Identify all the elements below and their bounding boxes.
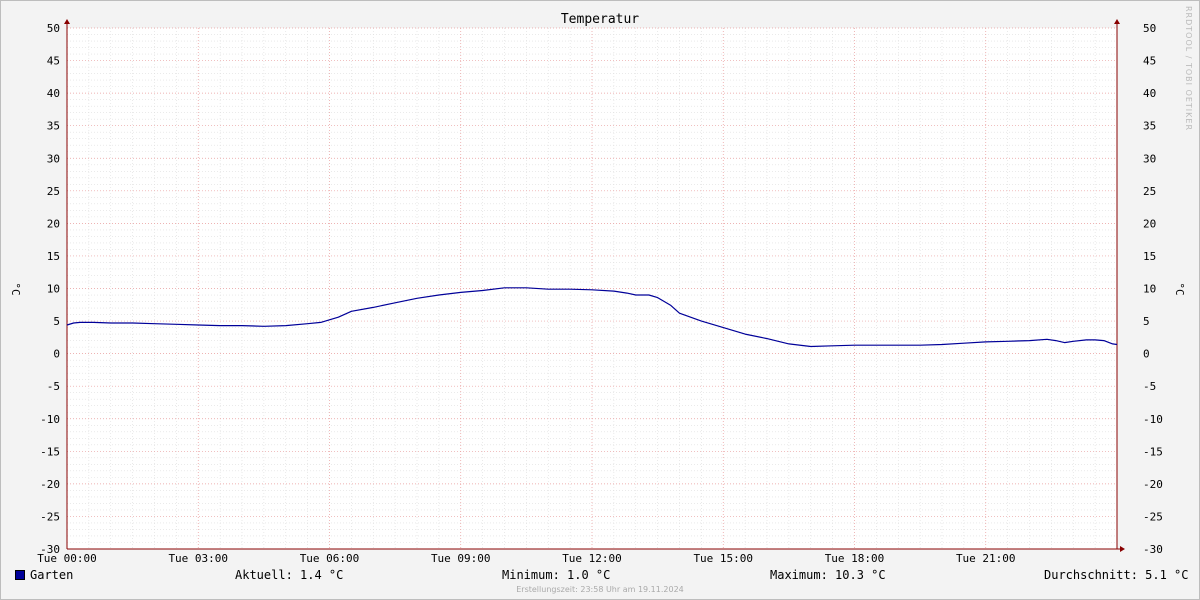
- x-tick-label: Tue 03:00: [168, 552, 228, 565]
- temperature-chart: -30 -30-25 -25-20 -20-15 -15-10 -10-5 -50 05 510…: [9, 12, 1186, 565]
- y-tick-label-right: 40: [1143, 87, 1156, 100]
- x-tick-label: Tue 21:00: [956, 552, 1016, 565]
- legend-average: Durchschnitt: 5.1 °C: [1044, 568, 1189, 582]
- x-axis-arrow: [1120, 546, 1125, 552]
- y-axis-right-arrow: [1114, 19, 1120, 24]
- y-tick-label-left: 10: [47, 283, 60, 296]
- y-axis-label-right: °C: [1173, 282, 1186, 295]
- y-tick-label-left: 0: [53, 348, 60, 361]
- y-tick-label-right: 30: [1143, 152, 1156, 165]
- y-tick-label-right: 50: [1143, 22, 1156, 35]
- x-tick-label: Tue 18:00: [825, 552, 885, 565]
- legend-swatch-garten: [15, 570, 25, 580]
- y-tick-label-left: 35: [47, 120, 60, 133]
- rrdtool-watermark: RRDTOOL / TOBI OETIKER: [1184, 6, 1193, 132]
- y-tick-label-left: 30: [47, 152, 60, 165]
- y-tick-label-left: -25: [40, 510, 60, 523]
- y-tick-label-left: 15: [47, 250, 60, 263]
- legend-current: Aktuell: 1.4 °C: [235, 568, 344, 582]
- y-tick-label-left: 5: [53, 315, 60, 328]
- x-tick-label: Tue 15:00: [693, 552, 753, 565]
- y-tick-label-right: 5: [1143, 315, 1150, 328]
- y-tick-label-left: 40: [47, 87, 60, 100]
- y-tick-label-left: -5: [47, 380, 60, 393]
- y-tick-label-right: 10: [1143, 283, 1156, 296]
- y-tick-label-right: 45: [1143, 55, 1156, 68]
- x-tick-label: Tue 09:00: [431, 552, 491, 565]
- chart-title: Temperatur: [561, 12, 639, 27]
- y-tick-label-right: 25: [1143, 185, 1156, 198]
- grid: [66, 27, 1118, 550]
- x-tick-label: Tue 00:00: [37, 552, 97, 565]
- legend-series-name: Garten: [30, 568, 74, 582]
- y-tick-label-left: 20: [47, 217, 60, 230]
- y-tick-label-right: -5: [1143, 380, 1156, 393]
- y-tick-label-right: 0: [1143, 348, 1150, 361]
- y-axis-label-left: °C: [9, 282, 22, 295]
- y-tick-label-right: -20: [1143, 478, 1163, 491]
- y-tick-label-right: 15: [1143, 250, 1156, 263]
- y-tick-label-right: 20: [1143, 217, 1156, 230]
- legend-minimum: Minimum: 1.0 °C: [502, 568, 611, 582]
- y-tick-label-right: -30: [1143, 543, 1163, 556]
- y-tick-label-left: -20: [40, 478, 60, 491]
- y-tick-label-left: -10: [40, 413, 60, 426]
- y-tick-label-right: -10: [1143, 413, 1163, 426]
- y-tick-label-right: 35: [1143, 120, 1156, 133]
- y-tick-label-left: 45: [47, 55, 60, 68]
- legend-maximum: Maximum: 10.3 °C: [770, 568, 886, 582]
- x-tick-label: Tue 06:00: [300, 552, 360, 565]
- y-tick-label-left: 50: [47, 22, 60, 35]
- y-tick-label-left: 25: [47, 185, 60, 198]
- y-tick-label-right: -15: [1143, 445, 1163, 458]
- creation-time: Erstellungszeit: 23:58 Uhr am 19.11.2024: [516, 585, 684, 594]
- y-tick-label-left: -15: [40, 445, 60, 458]
- y-axis-left-arrow: [64, 19, 70, 24]
- y-tick-label-right: -25: [1143, 510, 1163, 523]
- x-tick-label: Tue 12:00: [562, 552, 622, 565]
